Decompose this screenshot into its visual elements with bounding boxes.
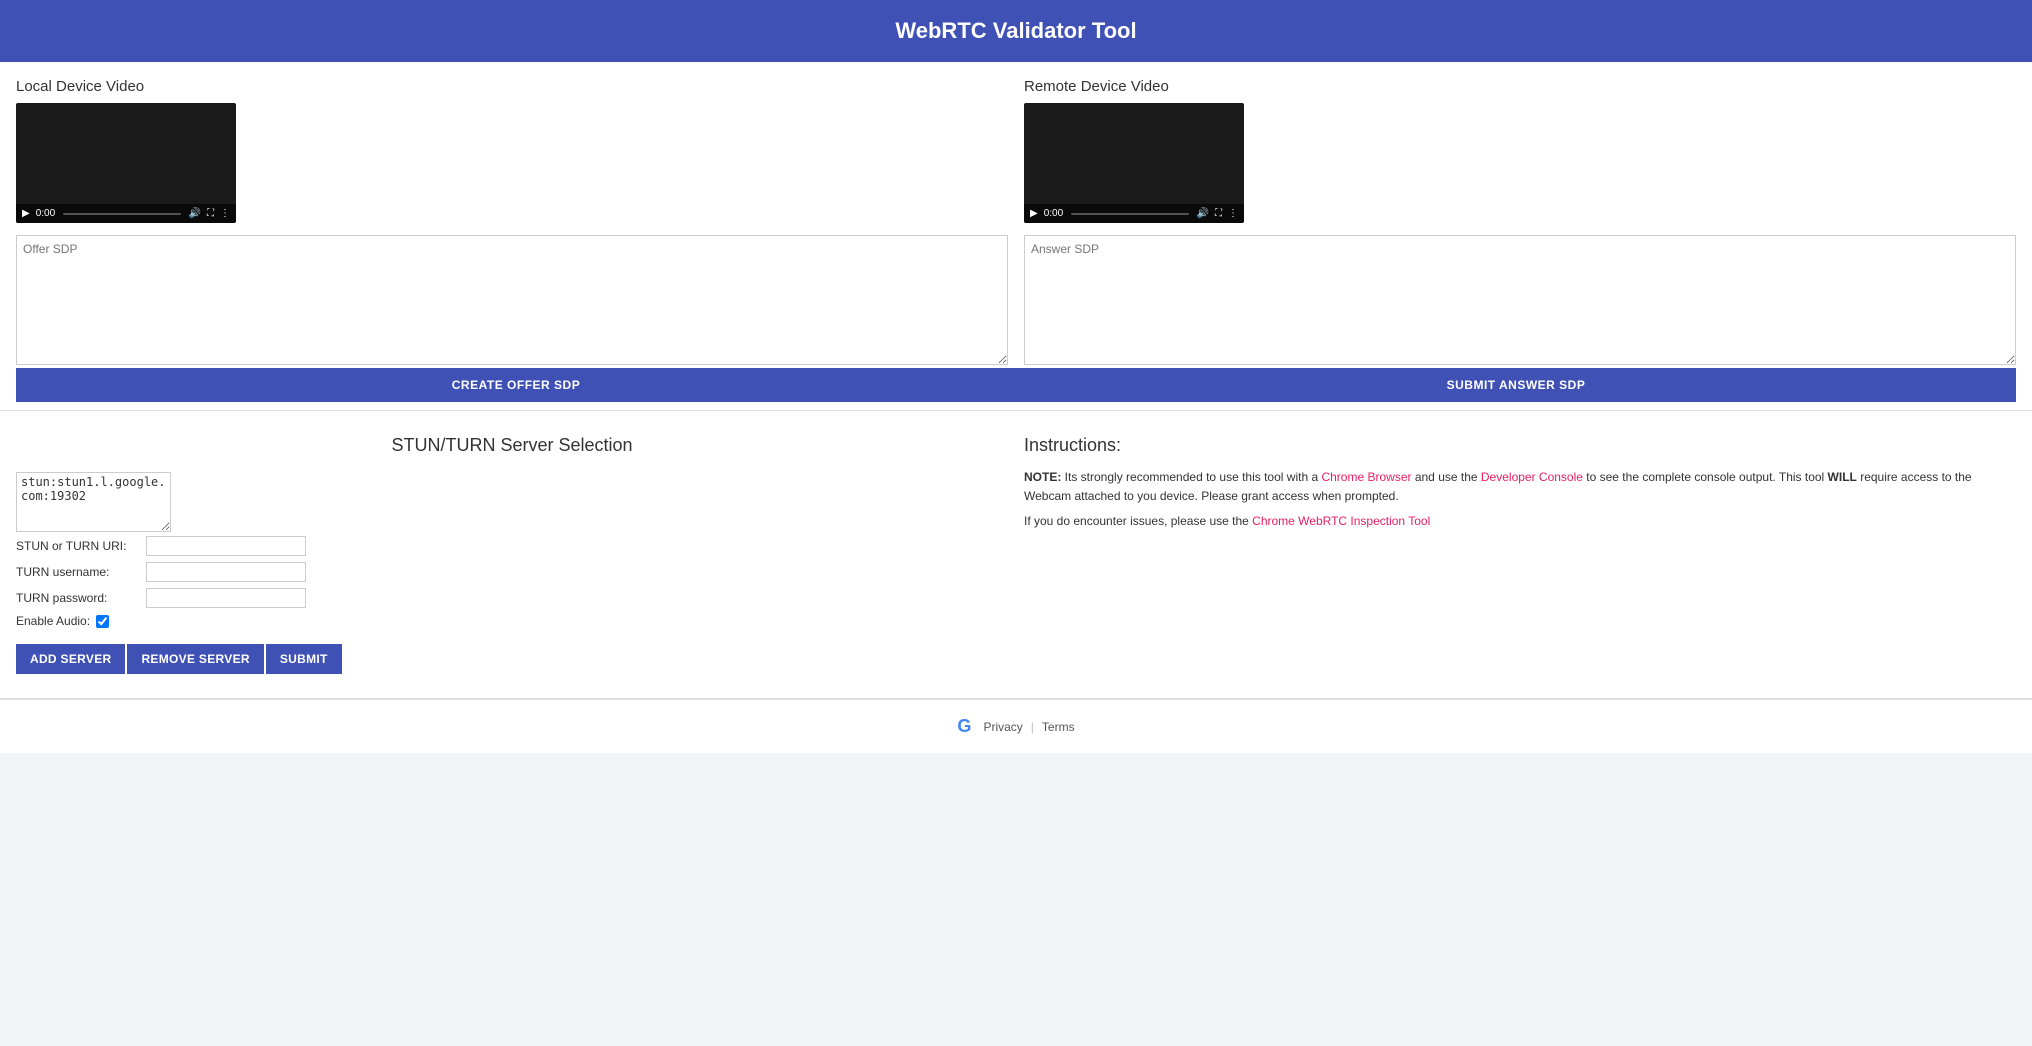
main-content: Local Device Video ▶ 0:00 🔊 ⛶ ⋮ Remote D… <box>0 62 2032 753</box>
remote-volume-icon[interactable]: 🔊 <box>1197 208 1209 219</box>
stun-column: STUN/TURN Server Selection stun:stun1.l.… <box>16 435 1008 674</box>
dev-console-link[interactable]: Developer Console <box>1481 470 1583 484</box>
issue-text: If you do encounter issues, please use t… <box>1024 514 1252 528</box>
turn-password-label: TURN password: <box>16 591 146 605</box>
offer-sdp-textarea[interactable] <box>16 235 1008 365</box>
note-text-3: to see the complete console output. This… <box>1583 470 1828 484</box>
add-server-button[interactable]: ADD SERVER <box>16 644 125 674</box>
remote-video-progress <box>1071 213 1188 215</box>
stun-title: STUN/TURN Server Selection <box>16 435 1008 456</box>
enable-audio-label: Enable Audio: <box>16 614 90 628</box>
stun-uri-row: STUN or TURN URI: <box>16 536 1008 556</box>
local-more-icon[interactable]: ⋮ <box>220 208 230 219</box>
remote-video-controls: ▶ 0:00 🔊 ⛶ ⋮ <box>1024 204 1244 223</box>
sdp-section <box>0 223 2032 368</box>
instructions-paragraph-2: If you do encounter issues, please use t… <box>1024 512 2016 531</box>
answer-sdp-textarea[interactable] <box>1024 235 2016 365</box>
sdp-button-row: CREATE OFFER SDP SUBMIT ANSWER SDP <box>16 368 2016 402</box>
local-volume-icon[interactable]: 🔊 <box>189 208 201 219</box>
server-list-textarea[interactable]: stun:stun1.l.google.com:19302 <box>16 472 171 532</box>
instructions-body: NOTE: Its strongly recommended to use th… <box>1024 468 2016 532</box>
terms-link[interactable]: Terms <box>1042 720 1075 734</box>
footer: G Privacy | Terms <box>0 699 2032 753</box>
instructions-paragraph-1: NOTE: Its strongly recommended to use th… <box>1024 468 2016 506</box>
page-title: WebRTC Validator Tool <box>895 18 1136 43</box>
create-offer-sdp-button[interactable]: CREATE OFFER SDP <box>16 368 1016 402</box>
will-bold: WILL <box>1828 470 1857 484</box>
page-header: WebRTC Validator Tool <box>0 0 2032 62</box>
enable-audio-row: Enable Audio: <box>16 614 1008 628</box>
note-text-2: and use the <box>1412 470 1481 484</box>
remote-fullscreen-icon[interactable]: ⛶ <box>1215 208 1222 219</box>
submit-answer-sdp-button[interactable]: SUBMIT ANSWER SDP <box>1016 368 2016 402</box>
local-video-time: 0:00 <box>36 208 55 219</box>
local-video-progress <box>63 213 180 215</box>
remote-video-player: ▶ 0:00 🔊 ⛶ ⋮ <box>1024 103 1244 223</box>
local-video-column: Local Device Video ▶ 0:00 🔊 ⛶ ⋮ <box>16 78 1008 223</box>
turn-username-label: TURN username: <box>16 565 146 579</box>
remove-server-button[interactable]: REMOVE SERVER <box>127 644 263 674</box>
note-bold: NOTE: <box>1024 470 1061 484</box>
instructions-title: Instructions: <box>1024 435 2016 456</box>
footer-links: G Privacy | Terms <box>16 716 2016 737</box>
turn-username-input[interactable] <box>146 562 306 582</box>
action-buttons: ADD SERVER REMOVE SERVER SUBMIT <box>16 644 1008 674</box>
bottom-section: STUN/TURN Server Selection stun:stun1.l.… <box>0 411 2032 698</box>
note-text-1: Its strongly recommended to use this too… <box>1061 470 1321 484</box>
remote-play-button[interactable]: ▶ <box>1030 208 1038 219</box>
turn-password-row: TURN password: <box>16 588 1008 608</box>
stun-uri-label: STUN or TURN URI: <box>16 539 146 553</box>
offer-sdp-column <box>16 235 1008 368</box>
remote-video-column: Remote Device Video ▶ 0:00 🔊 ⛶ ⋮ <box>1024 78 2016 223</box>
enable-audio-checkbox[interactable] <box>96 615 109 628</box>
answer-sdp-column <box>1024 235 2016 368</box>
local-video-controls: ▶ 0:00 🔊 ⛶ ⋮ <box>16 204 236 223</box>
google-logo: G <box>957 716 971 737</box>
remote-video-time: 0:00 <box>1044 208 1063 219</box>
privacy-link[interactable]: Privacy <box>983 720 1022 734</box>
local-video-player: ▶ 0:00 🔊 ⛶ ⋮ <box>16 103 236 223</box>
remote-video-label: Remote Device Video <box>1024 78 2016 95</box>
local-play-button[interactable]: ▶ <box>22 208 30 219</box>
webrtc-tool-link[interactable]: Chrome WebRTC Inspection Tool <box>1252 514 1430 528</box>
footer-separator: | <box>1031 720 1034 734</box>
instructions-column: Instructions: NOTE: Its strongly recomme… <box>1024 435 2016 674</box>
stun-uri-input[interactable] <box>146 536 306 556</box>
turn-password-input[interactable] <box>146 588 306 608</box>
chrome-browser-link[interactable]: Chrome Browser <box>1321 470 1411 484</box>
video-section: Local Device Video ▶ 0:00 🔊 ⛶ ⋮ Remote D… <box>0 62 2032 223</box>
submit-button[interactable]: SUBMIT <box>266 644 342 674</box>
turn-username-row: TURN username: <box>16 562 1008 582</box>
local-fullscreen-icon[interactable]: ⛶ <box>207 208 214 219</box>
remote-more-icon[interactable]: ⋮ <box>1228 208 1238 219</box>
local-video-label: Local Device Video <box>16 78 1008 95</box>
